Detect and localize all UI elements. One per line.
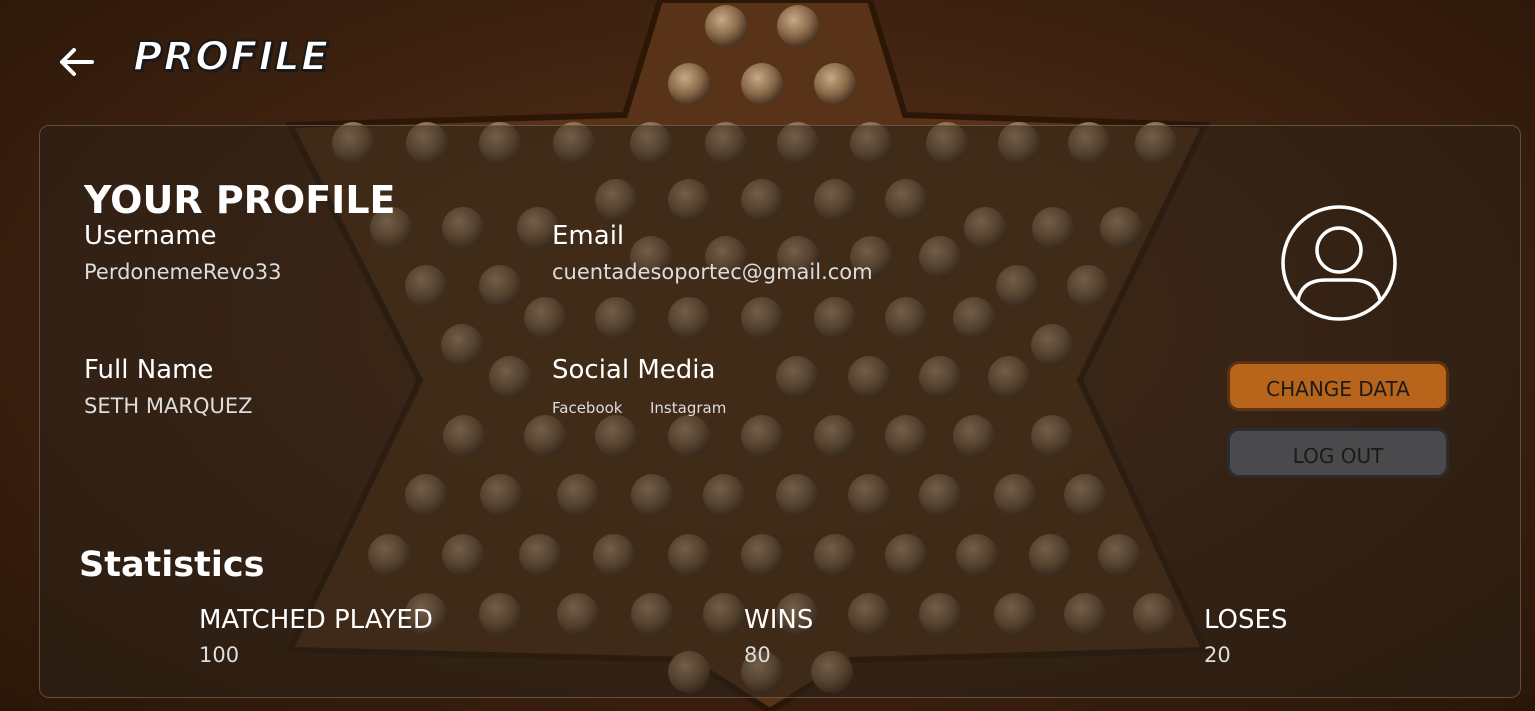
user-avatar-icon xyxy=(1281,205,1397,321)
loses-label: LOSES xyxy=(1204,605,1288,635)
wins-value: 80 xyxy=(744,643,771,667)
board-peg xyxy=(777,5,819,47)
wins-label: WINS xyxy=(744,605,814,635)
statistics-heading: Statistics xyxy=(79,545,265,585)
change-data-button[interactable]: CHANGE DATA xyxy=(1227,361,1449,411)
email-value: cuentadesoportec@gmail.com xyxy=(552,260,873,284)
matched-played-value: 100 xyxy=(199,643,240,667)
facebook-link[interactable]: Facebook xyxy=(552,399,622,417)
loses-value: 20 xyxy=(1204,643,1231,667)
full-name-label: Full Name xyxy=(84,355,214,385)
instagram-link[interactable]: Instagram xyxy=(650,399,726,417)
board-peg xyxy=(668,63,710,105)
board-peg xyxy=(705,5,747,47)
social-media-label: Social Media xyxy=(552,355,716,385)
board-peg xyxy=(814,63,856,105)
board-peg xyxy=(741,63,783,105)
your-profile-heading: YOUR PROFILE xyxy=(84,178,396,222)
username-label: Username xyxy=(84,221,217,251)
logout-button[interactable]: LOG OUT xyxy=(1227,428,1449,478)
page-title: PROFILE xyxy=(132,33,330,81)
email-label: Email xyxy=(552,221,625,251)
back-arrow-icon[interactable] xyxy=(56,44,96,80)
matched-played-label: MATCHED PLAYED xyxy=(199,605,433,635)
full-name-value: SETH MARQUEZ xyxy=(84,394,253,418)
username-value: PerdonemeRevo33 xyxy=(84,260,282,284)
